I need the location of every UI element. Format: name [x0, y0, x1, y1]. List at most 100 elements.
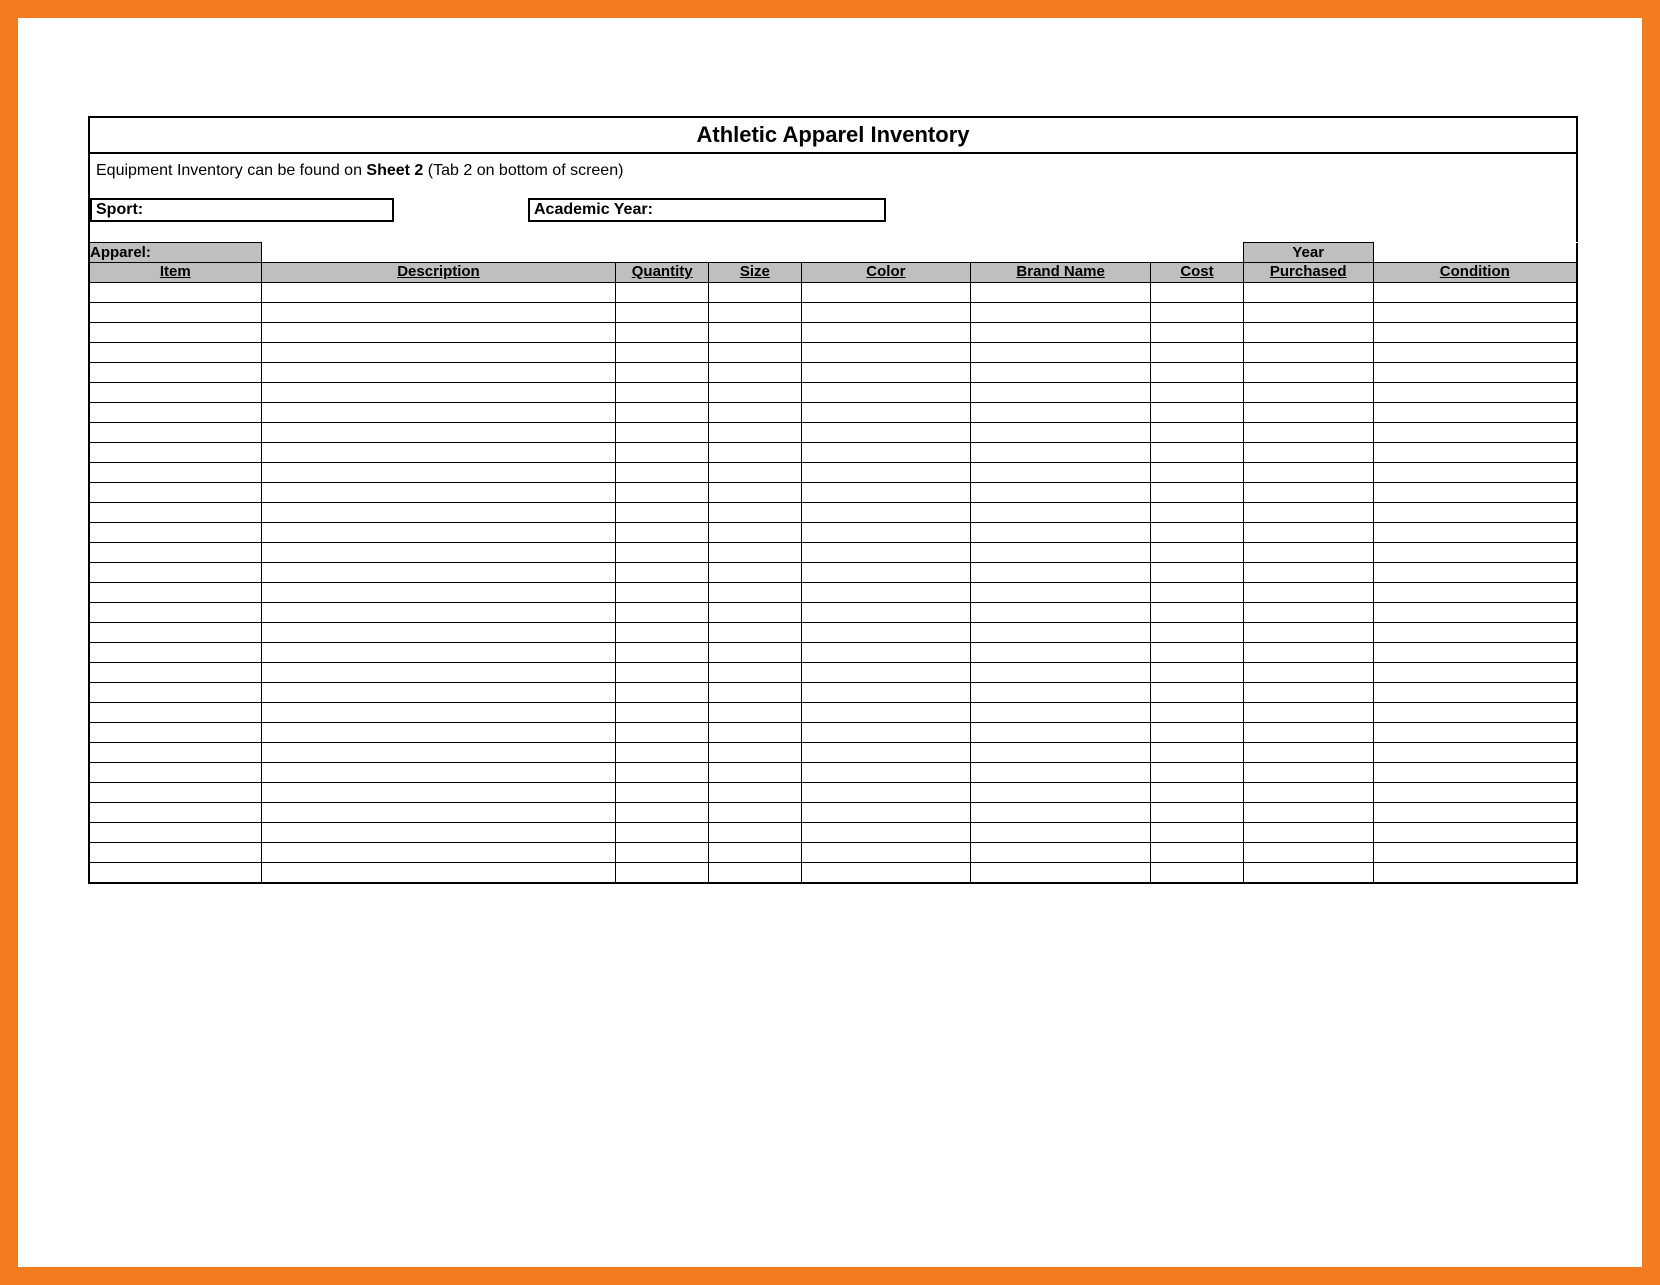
- table-cell[interactable]: [261, 743, 616, 763]
- table-cell[interactable]: [89, 323, 261, 343]
- table-cell[interactable]: [1243, 583, 1373, 603]
- table-cell[interactable]: [616, 783, 709, 803]
- table-cell[interactable]: [616, 863, 709, 883]
- table-cell[interactable]: [89, 483, 261, 503]
- table-cell[interactable]: [709, 383, 802, 403]
- table-cell[interactable]: [261, 563, 616, 583]
- table-cell[interactable]: [616, 283, 709, 303]
- table-row[interactable]: [89, 703, 1577, 723]
- table-cell[interactable]: [709, 503, 802, 523]
- table-row[interactable]: [89, 323, 1577, 343]
- table-cell[interactable]: [1151, 463, 1244, 483]
- table-cell[interactable]: [261, 703, 616, 723]
- table-cell[interactable]: [801, 443, 970, 463]
- table-cell[interactable]: [616, 463, 709, 483]
- table-cell[interactable]: [971, 843, 1151, 863]
- table-cell[interactable]: [709, 543, 802, 563]
- table-cell[interactable]: [261, 323, 616, 343]
- table-cell[interactable]: [89, 563, 261, 583]
- table-cell[interactable]: [1151, 623, 1244, 643]
- table-cell[interactable]: [709, 603, 802, 623]
- table-cell[interactable]: [801, 343, 970, 363]
- table-cell[interactable]: [1373, 343, 1577, 363]
- table-row[interactable]: [89, 603, 1577, 623]
- table-cell[interactable]: [971, 403, 1151, 423]
- table-cell[interactable]: [89, 723, 261, 743]
- table-cell[interactable]: [801, 723, 970, 743]
- table-cell[interactable]: [971, 763, 1151, 783]
- table-cell[interactable]: [1243, 443, 1373, 463]
- table-row[interactable]: [89, 523, 1577, 543]
- table-row[interactable]: [89, 743, 1577, 763]
- table-cell[interactable]: [89, 703, 261, 723]
- table-cell[interactable]: [801, 423, 970, 443]
- table-cell[interactable]: [261, 863, 616, 883]
- table-cell[interactable]: [709, 363, 802, 383]
- table-row[interactable]: [89, 683, 1577, 703]
- table-cell[interactable]: [971, 463, 1151, 483]
- table-cell[interactable]: [616, 543, 709, 563]
- table-cell[interactable]: [971, 583, 1151, 603]
- table-cell[interactable]: [801, 363, 970, 383]
- table-cell[interactable]: [616, 583, 709, 603]
- table-cell[interactable]: [261, 623, 616, 643]
- table-cell[interactable]: [1151, 443, 1244, 463]
- table-cell[interactable]: [1373, 383, 1577, 403]
- table-cell[interactable]: [89, 343, 261, 363]
- table-cell[interactable]: [261, 583, 616, 603]
- table-cell[interactable]: [971, 863, 1151, 883]
- table-cell[interactable]: [1243, 383, 1373, 403]
- table-row[interactable]: [89, 723, 1577, 743]
- table-cell[interactable]: [709, 583, 802, 603]
- table-row[interactable]: [89, 863, 1577, 883]
- table-row[interactable]: [89, 483, 1577, 503]
- table-cell[interactable]: [89, 363, 261, 383]
- table-cell[interactable]: [616, 703, 709, 723]
- table-cell[interactable]: [1373, 543, 1577, 563]
- table-cell[interactable]: [1243, 483, 1373, 503]
- table-cell[interactable]: [801, 823, 970, 843]
- table-cell[interactable]: [801, 843, 970, 863]
- table-cell[interactable]: [89, 463, 261, 483]
- table-cell[interactable]: [709, 723, 802, 743]
- table-cell[interactable]: [616, 443, 709, 463]
- table-cell[interactable]: [616, 803, 709, 823]
- table-cell[interactable]: [261, 503, 616, 523]
- table-cell[interactable]: [261, 303, 616, 323]
- table-cell[interactable]: [1243, 523, 1373, 543]
- table-cell[interactable]: [709, 343, 802, 363]
- table-cell[interactable]: [1151, 723, 1244, 743]
- table-row[interactable]: [89, 423, 1577, 443]
- table-cell[interactable]: [971, 443, 1151, 463]
- table-cell[interactable]: [801, 323, 970, 343]
- table-cell[interactable]: [801, 603, 970, 623]
- table-cell[interactable]: [1243, 863, 1373, 883]
- table-cell[interactable]: [1373, 823, 1577, 843]
- table-cell[interactable]: [709, 763, 802, 783]
- table-cell[interactable]: [971, 283, 1151, 303]
- table-row[interactable]: [89, 763, 1577, 783]
- table-cell[interactable]: [801, 643, 970, 663]
- table-cell[interactable]: [971, 743, 1151, 763]
- table-cell[interactable]: [801, 743, 970, 763]
- table-cell[interactable]: [1151, 683, 1244, 703]
- table-cell[interactable]: [971, 703, 1151, 723]
- table-cell[interactable]: [1243, 563, 1373, 583]
- table-cell[interactable]: [1373, 663, 1577, 683]
- table-cell[interactable]: [709, 423, 802, 443]
- table-cell[interactable]: [1151, 663, 1244, 683]
- table-row[interactable]: [89, 503, 1577, 523]
- table-cell[interactable]: [89, 823, 261, 843]
- table-cell[interactable]: [709, 403, 802, 423]
- table-cell[interactable]: [709, 703, 802, 723]
- table-cell[interactable]: [1373, 523, 1577, 543]
- table-cell[interactable]: [971, 623, 1151, 643]
- table-cell[interactable]: [616, 603, 709, 623]
- table-cell[interactable]: [89, 423, 261, 443]
- table-cell[interactable]: [616, 763, 709, 783]
- table-row[interactable]: [89, 363, 1577, 383]
- table-cell[interactable]: [616, 723, 709, 743]
- table-cell[interactable]: [801, 283, 970, 303]
- table-cell[interactable]: [261, 683, 616, 703]
- table-cell[interactable]: [1373, 463, 1577, 483]
